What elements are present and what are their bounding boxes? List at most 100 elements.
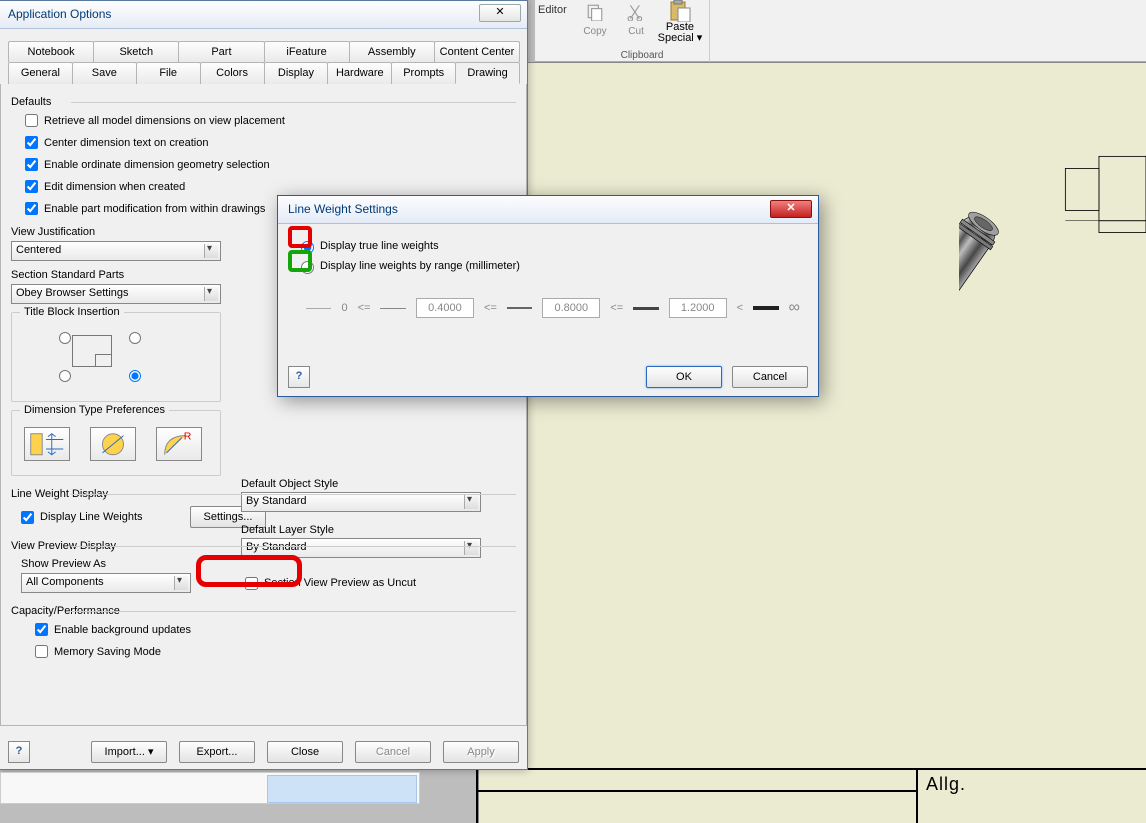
retrieve-dims-checkbox[interactable]	[25, 114, 38, 127]
close-icon: ✕	[495, 6, 504, 18]
ordinate-checkbox[interactable]	[25, 158, 38, 171]
clipboard-group: Copy Cut PasteSpecial ▾ Clipboard	[575, 0, 710, 62]
dock-strip	[0, 772, 420, 804]
dim-pref-linear-button[interactable]	[24, 427, 70, 461]
export-button[interactable]: Export...	[179, 741, 255, 763]
paste-special-button[interactable]: PasteSpecial ▾	[655, 0, 705, 42]
cut-button[interactable]: Cut	[620, 2, 652, 42]
center-dim-text-checkbox[interactable]	[25, 136, 38, 149]
tab-content-drawing: Defaults Retrieve all model dimensions o…	[0, 84, 527, 726]
default-layer-style-label: Default Layer Style	[241, 524, 487, 536]
cancel-dialog-button[interactable]: Cancel	[355, 741, 431, 763]
paste-icon	[668, 0, 692, 22]
modal-close-button[interactable]: ✕	[770, 200, 812, 218]
tab-save[interactable]: Save	[72, 62, 137, 84]
bg-updates-label: Enable background updates	[54, 624, 191, 636]
display-line-weights-checkbox[interactable]	[21, 511, 34, 524]
view-preview-display-label: View Preview Display	[11, 540, 116, 552]
import-button[interactable]: Import... ▾	[91, 741, 167, 763]
close-dialog-button[interactable]: Close	[267, 741, 343, 763]
tab-prompts[interactable]: Prompts	[391, 62, 456, 84]
tab-file[interactable]: File	[136, 62, 201, 84]
titlebar[interactable]: Application Options ✕	[0, 1, 527, 29]
tab-content-center[interactable]: Content Center	[434, 41, 520, 62]
title-block-top-right-radio[interactable]	[129, 332, 141, 344]
memory-saving-label: Memory Saving Mode	[54, 646, 161, 658]
capacity-section-label: Capacity/Performance	[11, 605, 120, 617]
display-true-weights-radio[interactable]	[301, 241, 314, 254]
show-preview-combo[interactable]: All Components	[21, 573, 191, 593]
title-block-bottom-right-radio[interactable]	[129, 370, 141, 382]
cut-icon	[627, 3, 645, 21]
edit-dim-checkbox[interactable]	[25, 180, 38, 193]
title-block-diagram	[32, 323, 172, 393]
section-view-uncut-label: Section View Preview as Uncut	[264, 577, 416, 589]
tab-colors[interactable]: Colors	[200, 62, 265, 84]
edit-dim-label: Edit dimension when created	[44, 181, 185, 193]
editor-label: Editor	[538, 4, 567, 16]
line-weight-display-label: Line Weight Display	[11, 488, 108, 500]
chevron-down-icon	[204, 287, 218, 301]
display-true-weights-label: Display true line weights	[320, 240, 439, 252]
close-icon: ✕	[786, 202, 795, 214]
ordinate-label: Enable ordinate dimension geometry selec…	[44, 159, 270, 171]
tab-general[interactable]: General	[8, 62, 73, 84]
enable-part-mod-checkbox[interactable]	[25, 202, 38, 215]
chevron-down-icon	[174, 576, 188, 590]
dim-pref-radius-button[interactable]: R	[156, 427, 202, 461]
dim-pref-diameter-button[interactable]	[90, 427, 136, 461]
display-weights-by-range-label: Display line weights by range (millimete…	[320, 260, 520, 272]
bg-updates-checkbox[interactable]	[35, 623, 48, 636]
lw-value-2	[542, 298, 600, 318]
defaults-section-label: Defaults	[11, 96, 51, 108]
tab-sketch[interactable]: Sketch	[93, 41, 179, 62]
lw-preview-2	[380, 308, 405, 309]
title-block-top-left-radio[interactable]	[59, 332, 71, 344]
lw-value-3	[669, 298, 727, 318]
display-weights-by-range-radio[interactable]	[301, 261, 314, 274]
tabstrip: NotebookSketchPartiFeatureAssemblyConten…	[8, 41, 519, 84]
tab-drawing[interactable]: Drawing	[455, 62, 520, 84]
chevron-down-icon	[204, 244, 218, 258]
part-illustration	[959, 127, 1146, 324]
modal-help-button[interactable]: ?	[288, 366, 310, 388]
cancel-button[interactable]: Cancel	[732, 366, 808, 388]
tab-display[interactable]: Display	[264, 62, 329, 84]
memory-saving-checkbox[interactable]	[35, 645, 48, 658]
tab-ifeature[interactable]: iFeature	[264, 41, 350, 62]
copy-button[interactable]: Copy	[579, 2, 611, 42]
diameter-icon	[91, 428, 135, 461]
linear-dim-icon	[25, 428, 69, 461]
modal-title: Line Weight Settings	[288, 202, 398, 216]
lw-preview-5	[753, 306, 778, 310]
apply-button[interactable]: Apply	[443, 741, 519, 763]
title-block-bottom-left-radio[interactable]	[59, 370, 71, 382]
drawing-canvas[interactable]: Allg.	[478, 62, 1146, 823]
tab-hardware[interactable]: Hardware	[327, 62, 392, 84]
line-weight-range-row: 0 <= <= <= < ∞	[306, 298, 800, 318]
enable-part-mod-label: Enable part modification from within dra…	[44, 203, 265, 215]
tab-notebook[interactable]: Notebook	[8, 41, 94, 62]
chevron-down-icon: ▾	[148, 746, 154, 758]
view-justification-combo[interactable]: Centered	[11, 241, 221, 261]
lw-preview-1	[306, 308, 331, 309]
title-block-label: Title Block Insertion	[20, 306, 124, 318]
tab-part[interactable]: Part	[178, 41, 264, 62]
copy-icon	[586, 3, 604, 21]
section-standard-combo[interactable]: Obey Browser Settings	[11, 284, 221, 304]
section-view-uncut-checkbox[interactable]	[245, 577, 258, 590]
lw-preview-4	[633, 307, 658, 310]
dock-tab[interactable]	[267, 775, 417, 803]
clipboard-group-label: Clipboard	[575, 50, 709, 61]
window-title: Application Options	[8, 7, 111, 21]
tab-assembly[interactable]: Assembly	[349, 41, 435, 62]
help-button[interactable]: ?	[8, 741, 30, 763]
line-weight-settings-dialog: Line Weight Settings ✕ Display true line…	[277, 195, 819, 397]
retrieve-dims-label: Retrieve all model dimensions on view pl…	[44, 115, 285, 127]
ok-button[interactable]: OK	[646, 366, 722, 388]
modal-titlebar[interactable]: Line Weight Settings ✕	[278, 196, 818, 224]
close-button[interactable]: ✕	[479, 4, 521, 22]
display-line-weights-label: Display Line Weights	[40, 511, 190, 523]
dim-type-pref-label: Dimension Type Preferences	[20, 404, 169, 416]
lw-preview-3	[507, 307, 532, 309]
